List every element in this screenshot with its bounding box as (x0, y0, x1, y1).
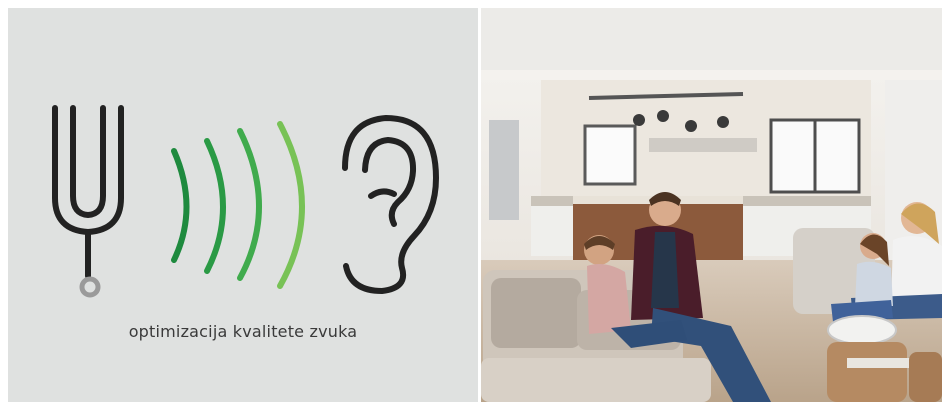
range-hood (649, 138, 757, 152)
sound-waves-icon (171, 121, 305, 289)
ear-icon (342, 115, 439, 294)
sound-wave-4 (277, 121, 305, 289)
caption-text: optimizacija kvalitete zvuka (128, 322, 358, 341)
sound-wave-3 (237, 128, 262, 281)
tuning-fork-icon (52, 105, 124, 279)
popcorn-bowl (827, 315, 897, 345)
tuning-fork-base-icon (79, 276, 101, 298)
side-table (827, 342, 907, 402)
kitchen-window-left (583, 124, 637, 186)
sound-quality-panel: optimizacija kvalitete zvuka (8, 8, 478, 402)
sound-wave-1 (171, 148, 190, 263)
sound-wave-2 (204, 138, 226, 274)
living-room-illustration (481, 8, 942, 402)
refrigerator (489, 120, 519, 220)
sound-quality-illustration (52, 105, 439, 298)
family-in-living-room-photo (481, 8, 942, 402)
